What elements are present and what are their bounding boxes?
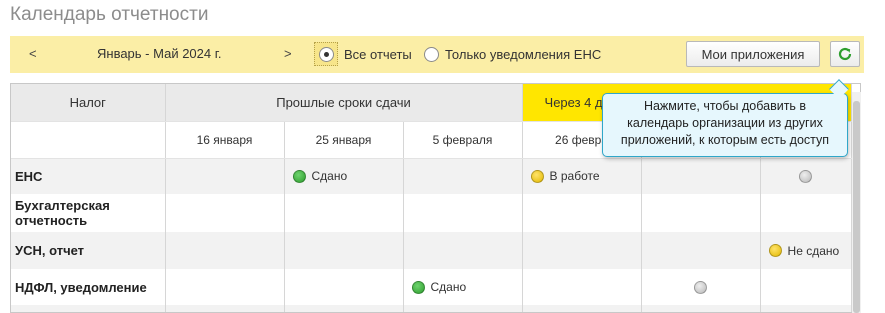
radio-ens-only-circle[interactable]	[424, 46, 439, 62]
status-cell	[760, 194, 852, 232]
refresh-button[interactable]	[830, 41, 860, 67]
date-cell: 25 января	[284, 121, 404, 159]
scrollbar-thumb[interactable]	[853, 101, 860, 313]
radio-all-reports[interactable]: Все отчеты	[314, 42, 412, 66]
tax-name-accounting: Бухгалтерская отчетность	[11, 194, 166, 232]
status-done-icon	[411, 280, 425, 294]
status-cell	[522, 194, 642, 232]
status-in-work-icon	[530, 169, 544, 183]
status-cell[interactable]: В работе	[522, 158, 642, 194]
table-row	[11, 305, 852, 312]
next-period-button[interactable]: >	[284, 46, 292, 61]
status-cell[interactable]	[760, 158, 852, 194]
radio-focus-frame	[314, 42, 338, 66]
status-cell[interactable]: Не сдано	[760, 232, 852, 269]
status-pending-icon	[799, 169, 813, 183]
status-cell	[403, 305, 523, 312]
tooltip-text-line: приложений, к которым есть доступ	[620, 133, 830, 147]
radio-ens-only-label[interactable]: Только уведомления ЕНС	[445, 47, 601, 62]
date-cell: 16 января	[165, 121, 285, 159]
status-label: Не сдано	[787, 243, 840, 258]
tax-name-usn: УСН, отчет	[11, 232, 166, 269]
status-cell[interactable]: Сдано	[284, 158, 404, 194]
table-row[interactable]: ЕНС Сдано В работе	[11, 158, 852, 194]
status-cell	[165, 269, 285, 305]
status-label: В работе	[549, 169, 600, 184]
status-cell	[284, 232, 404, 269]
status-cell	[403, 194, 523, 232]
status-cell	[522, 232, 642, 269]
toolbar: < Январь - Май 2024 г. > Все отчеты Толь…	[10, 36, 864, 73]
table-row[interactable]: Бухгалтерская отчетность	[11, 194, 852, 232]
status-cell	[522, 269, 642, 305]
radio-all-reports-label[interactable]: Все отчеты	[344, 47, 412, 62]
tooltip-text-line: Нажмите, чтобы добавить в	[643, 99, 807, 113]
status-cell[interactable]	[641, 269, 761, 305]
radio-all-reports-circle[interactable]	[318, 46, 334, 62]
tax-name-ndfl: НДФЛ, уведомление	[11, 269, 166, 305]
status-not-submitted-icon	[768, 244, 782, 257]
table-row[interactable]: НДФЛ, уведомление Сдано	[11, 269, 852, 305]
date-cell: 5 февраля	[403, 121, 523, 159]
page-title: Календарь отчетности	[10, 4, 209, 25]
status-pending-icon	[694, 280, 708, 294]
status-done-icon	[292, 169, 306, 183]
status-cell	[641, 194, 761, 232]
status-cell	[284, 194, 404, 232]
status-cell	[760, 305, 852, 312]
status-cell	[284, 305, 404, 312]
status-cell	[165, 232, 285, 269]
table-row[interactable]: УСН, отчет Не сдано	[11, 232, 852, 269]
period-label: Январь - Май 2024 г.	[97, 46, 222, 61]
date-cell-empty	[11, 121, 166, 159]
status-cell	[403, 158, 523, 194]
vertical-scrollbar[interactable]	[852, 92, 861, 313]
my-apps-tooltip: Нажмите, чтобы добавить в календарь орга…	[602, 93, 848, 157]
status-label: Сдано	[430, 280, 467, 294]
refresh-icon	[838, 47, 852, 61]
status-label: Сдано	[311, 169, 348, 184]
status-cell	[641, 305, 761, 312]
status-cell	[641, 232, 761, 269]
radio-ens-only[interactable]: Только уведомления ЕНС	[424, 42, 601, 66]
status-cell	[165, 158, 285, 194]
tooltip-text-line: календарь организации из других	[627, 116, 823, 130]
status-cell	[165, 194, 285, 232]
status-cell	[284, 269, 404, 305]
tax-name-ens: ЕНС	[11, 158, 166, 194]
status-cell	[641, 158, 761, 194]
column-header-tax: Налог	[11, 84, 166, 122]
my-apps-button[interactable]: Мои приложения	[686, 41, 820, 67]
status-cell	[11, 305, 166, 312]
status-cell[interactable]: Сдано	[403, 269, 523, 305]
column-header-past-deadlines: Прошлые сроки сдачи	[165, 84, 523, 122]
status-cell	[760, 269, 852, 305]
prev-period-button[interactable]: <	[29, 46, 37, 61]
status-cell	[165, 305, 285, 312]
status-cell	[403, 232, 523, 269]
status-cell	[522, 305, 642, 312]
